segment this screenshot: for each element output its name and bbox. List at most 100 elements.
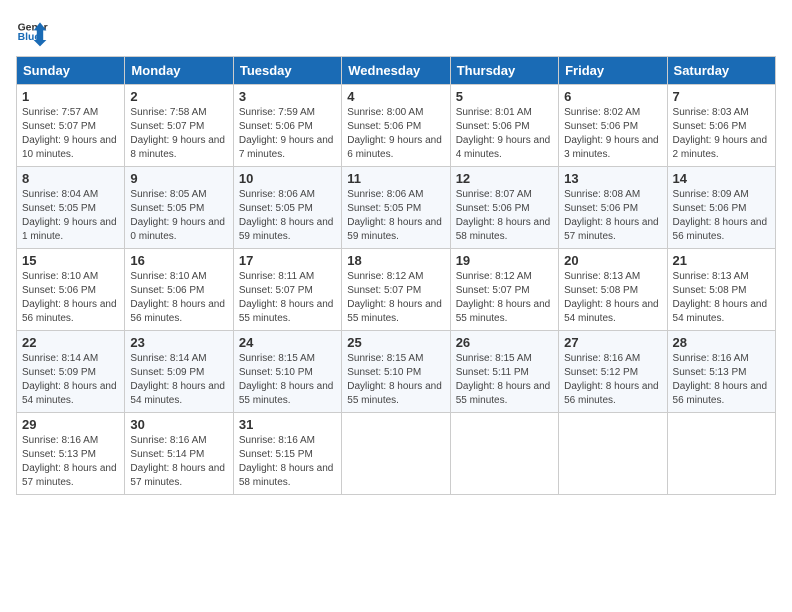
day-number: 16 bbox=[130, 253, 227, 268]
calendar-table: SundayMondayTuesdayWednesdayThursdayFrid… bbox=[16, 56, 776, 495]
day-info: Sunrise: 8:08 AMSunset: 5:06 PMDaylight:… bbox=[564, 189, 659, 242]
logo-icon: General Blue bbox=[16, 16, 48, 48]
day-cell: 8 Sunrise: 8:04 AMSunset: 5:05 PMDayligh… bbox=[17, 167, 125, 249]
week-row-2: 8 Sunrise: 8:04 AMSunset: 5:05 PMDayligh… bbox=[17, 167, 776, 249]
week-row-1: 1 Sunrise: 7:57 AMSunset: 5:07 PMDayligh… bbox=[17, 85, 776, 167]
day-number: 12 bbox=[456, 171, 553, 186]
day-cell: 3 Sunrise: 7:59 AMSunset: 5:06 PMDayligh… bbox=[233, 85, 341, 167]
day-cell: 16 Sunrise: 8:10 AMSunset: 5:06 PMDaylig… bbox=[125, 249, 233, 331]
day-info: Sunrise: 8:07 AMSunset: 5:06 PMDaylight:… bbox=[456, 189, 551, 242]
day-cell: 4 Sunrise: 8:00 AMSunset: 5:06 PMDayligh… bbox=[342, 85, 450, 167]
day-info: Sunrise: 8:04 AMSunset: 5:05 PMDaylight:… bbox=[22, 189, 117, 242]
day-info: Sunrise: 8:01 AMSunset: 5:06 PMDaylight:… bbox=[456, 107, 551, 160]
day-cell: 31 Sunrise: 8:16 AMSunset: 5:15 PMDaylig… bbox=[233, 413, 341, 495]
day-header-sunday: Sunday bbox=[17, 57, 125, 85]
day-info: Sunrise: 8:15 AMSunset: 5:10 PMDaylight:… bbox=[347, 353, 442, 406]
page-header: General Blue bbox=[16, 16, 776, 48]
day-cell: 21 Sunrise: 8:13 AMSunset: 5:08 PMDaylig… bbox=[667, 249, 775, 331]
day-number: 17 bbox=[239, 253, 336, 268]
day-info: Sunrise: 8:10 AMSunset: 5:06 PMDaylight:… bbox=[130, 271, 225, 324]
day-cell: 9 Sunrise: 8:05 AMSunset: 5:05 PMDayligh… bbox=[125, 167, 233, 249]
day-number: 31 bbox=[239, 417, 336, 432]
day-number: 3 bbox=[239, 89, 336, 104]
day-number: 5 bbox=[456, 89, 553, 104]
day-cell: 14 Sunrise: 8:09 AMSunset: 5:06 PMDaylig… bbox=[667, 167, 775, 249]
day-number: 19 bbox=[456, 253, 553, 268]
day-number: 14 bbox=[673, 171, 770, 186]
day-cell: 25 Sunrise: 8:15 AMSunset: 5:10 PMDaylig… bbox=[342, 331, 450, 413]
week-row-5: 29 Sunrise: 8:16 AMSunset: 5:13 PMDaylig… bbox=[17, 413, 776, 495]
day-cell: 6 Sunrise: 8:02 AMSunset: 5:06 PMDayligh… bbox=[559, 85, 667, 167]
day-info: Sunrise: 8:14 AMSunset: 5:09 PMDaylight:… bbox=[22, 353, 117, 406]
day-number: 11 bbox=[347, 171, 444, 186]
day-cell: 2 Sunrise: 7:58 AMSunset: 5:07 PMDayligh… bbox=[125, 85, 233, 167]
logo: General Blue bbox=[16, 16, 52, 48]
day-header-friday: Friday bbox=[559, 57, 667, 85]
day-header-wednesday: Wednesday bbox=[342, 57, 450, 85]
day-cell bbox=[342, 413, 450, 495]
day-cell: 15 Sunrise: 8:10 AMSunset: 5:06 PMDaylig… bbox=[17, 249, 125, 331]
day-info: Sunrise: 8:16 AMSunset: 5:13 PMDaylight:… bbox=[22, 435, 117, 488]
day-info: Sunrise: 8:00 AMSunset: 5:06 PMDaylight:… bbox=[347, 107, 442, 160]
day-number: 25 bbox=[347, 335, 444, 350]
day-number: 24 bbox=[239, 335, 336, 350]
day-cell: 29 Sunrise: 8:16 AMSunset: 5:13 PMDaylig… bbox=[17, 413, 125, 495]
day-number: 27 bbox=[564, 335, 661, 350]
day-number: 1 bbox=[22, 89, 119, 104]
day-cell: 27 Sunrise: 8:16 AMSunset: 5:12 PMDaylig… bbox=[559, 331, 667, 413]
day-info: Sunrise: 8:14 AMSunset: 5:09 PMDaylight:… bbox=[130, 353, 225, 406]
day-number: 6 bbox=[564, 89, 661, 104]
day-number: 28 bbox=[673, 335, 770, 350]
day-info: Sunrise: 8:13 AMSunset: 5:08 PMDaylight:… bbox=[564, 271, 659, 324]
day-number: 23 bbox=[130, 335, 227, 350]
day-info: Sunrise: 8:15 AMSunset: 5:10 PMDaylight:… bbox=[239, 353, 334, 406]
day-info: Sunrise: 8:09 AMSunset: 5:06 PMDaylight:… bbox=[673, 189, 768, 242]
day-cell: 30 Sunrise: 8:16 AMSunset: 5:14 PMDaylig… bbox=[125, 413, 233, 495]
day-info: Sunrise: 7:57 AMSunset: 5:07 PMDaylight:… bbox=[22, 107, 117, 160]
day-info: Sunrise: 8:16 AMSunset: 5:15 PMDaylight:… bbox=[239, 435, 334, 488]
day-cell: 5 Sunrise: 8:01 AMSunset: 5:06 PMDayligh… bbox=[450, 85, 558, 167]
day-number: 10 bbox=[239, 171, 336, 186]
day-number: 20 bbox=[564, 253, 661, 268]
day-header-saturday: Saturday bbox=[667, 57, 775, 85]
week-row-3: 15 Sunrise: 8:10 AMSunset: 5:06 PMDaylig… bbox=[17, 249, 776, 331]
day-number: 30 bbox=[130, 417, 227, 432]
day-cell bbox=[667, 413, 775, 495]
day-number: 9 bbox=[130, 171, 227, 186]
day-cell: 19 Sunrise: 8:12 AMSunset: 5:07 PMDaylig… bbox=[450, 249, 558, 331]
day-number: 4 bbox=[347, 89, 444, 104]
day-number: 13 bbox=[564, 171, 661, 186]
day-info: Sunrise: 8:02 AMSunset: 5:06 PMDaylight:… bbox=[564, 107, 659, 160]
day-cell: 1 Sunrise: 7:57 AMSunset: 5:07 PMDayligh… bbox=[17, 85, 125, 167]
day-info: Sunrise: 8:11 AMSunset: 5:07 PMDaylight:… bbox=[239, 271, 334, 324]
day-cell: 10 Sunrise: 8:06 AMSunset: 5:05 PMDaylig… bbox=[233, 167, 341, 249]
day-cell: 26 Sunrise: 8:15 AMSunset: 5:11 PMDaylig… bbox=[450, 331, 558, 413]
day-info: Sunrise: 8:03 AMSunset: 5:06 PMDaylight:… bbox=[673, 107, 768, 160]
day-number: 18 bbox=[347, 253, 444, 268]
day-info: Sunrise: 8:15 AMSunset: 5:11 PMDaylight:… bbox=[456, 353, 551, 406]
day-info: Sunrise: 8:06 AMSunset: 5:05 PMDaylight:… bbox=[347, 189, 442, 242]
day-cell: 28 Sunrise: 8:16 AMSunset: 5:13 PMDaylig… bbox=[667, 331, 775, 413]
day-info: Sunrise: 8:12 AMSunset: 5:07 PMDaylight:… bbox=[347, 271, 442, 324]
day-info: Sunrise: 8:13 AMSunset: 5:08 PMDaylight:… bbox=[673, 271, 768, 324]
day-number: 22 bbox=[22, 335, 119, 350]
day-number: 15 bbox=[22, 253, 119, 268]
day-info: Sunrise: 8:16 AMSunset: 5:14 PMDaylight:… bbox=[130, 435, 225, 488]
day-cell: 11 Sunrise: 8:06 AMSunset: 5:05 PMDaylig… bbox=[342, 167, 450, 249]
day-cell: 13 Sunrise: 8:08 AMSunset: 5:06 PMDaylig… bbox=[559, 167, 667, 249]
day-cell: 24 Sunrise: 8:15 AMSunset: 5:10 PMDaylig… bbox=[233, 331, 341, 413]
day-header-thursday: Thursday bbox=[450, 57, 558, 85]
day-info: Sunrise: 8:10 AMSunset: 5:06 PMDaylight:… bbox=[22, 271, 117, 324]
day-cell bbox=[450, 413, 558, 495]
day-cell: 18 Sunrise: 8:12 AMSunset: 5:07 PMDaylig… bbox=[342, 249, 450, 331]
day-info: Sunrise: 7:59 AMSunset: 5:06 PMDaylight:… bbox=[239, 107, 334, 160]
day-info: Sunrise: 8:16 AMSunset: 5:13 PMDaylight:… bbox=[673, 353, 768, 406]
header-row: SundayMondayTuesdayWednesdayThursdayFrid… bbox=[17, 57, 776, 85]
day-info: Sunrise: 8:06 AMSunset: 5:05 PMDaylight:… bbox=[239, 189, 334, 242]
day-cell: 7 Sunrise: 8:03 AMSunset: 5:06 PMDayligh… bbox=[667, 85, 775, 167]
day-info: Sunrise: 8:05 AMSunset: 5:05 PMDaylight:… bbox=[130, 189, 225, 242]
day-cell: 12 Sunrise: 8:07 AMSunset: 5:06 PMDaylig… bbox=[450, 167, 558, 249]
day-number: 2 bbox=[130, 89, 227, 104]
day-header-monday: Monday bbox=[125, 57, 233, 85]
day-number: 21 bbox=[673, 253, 770, 268]
